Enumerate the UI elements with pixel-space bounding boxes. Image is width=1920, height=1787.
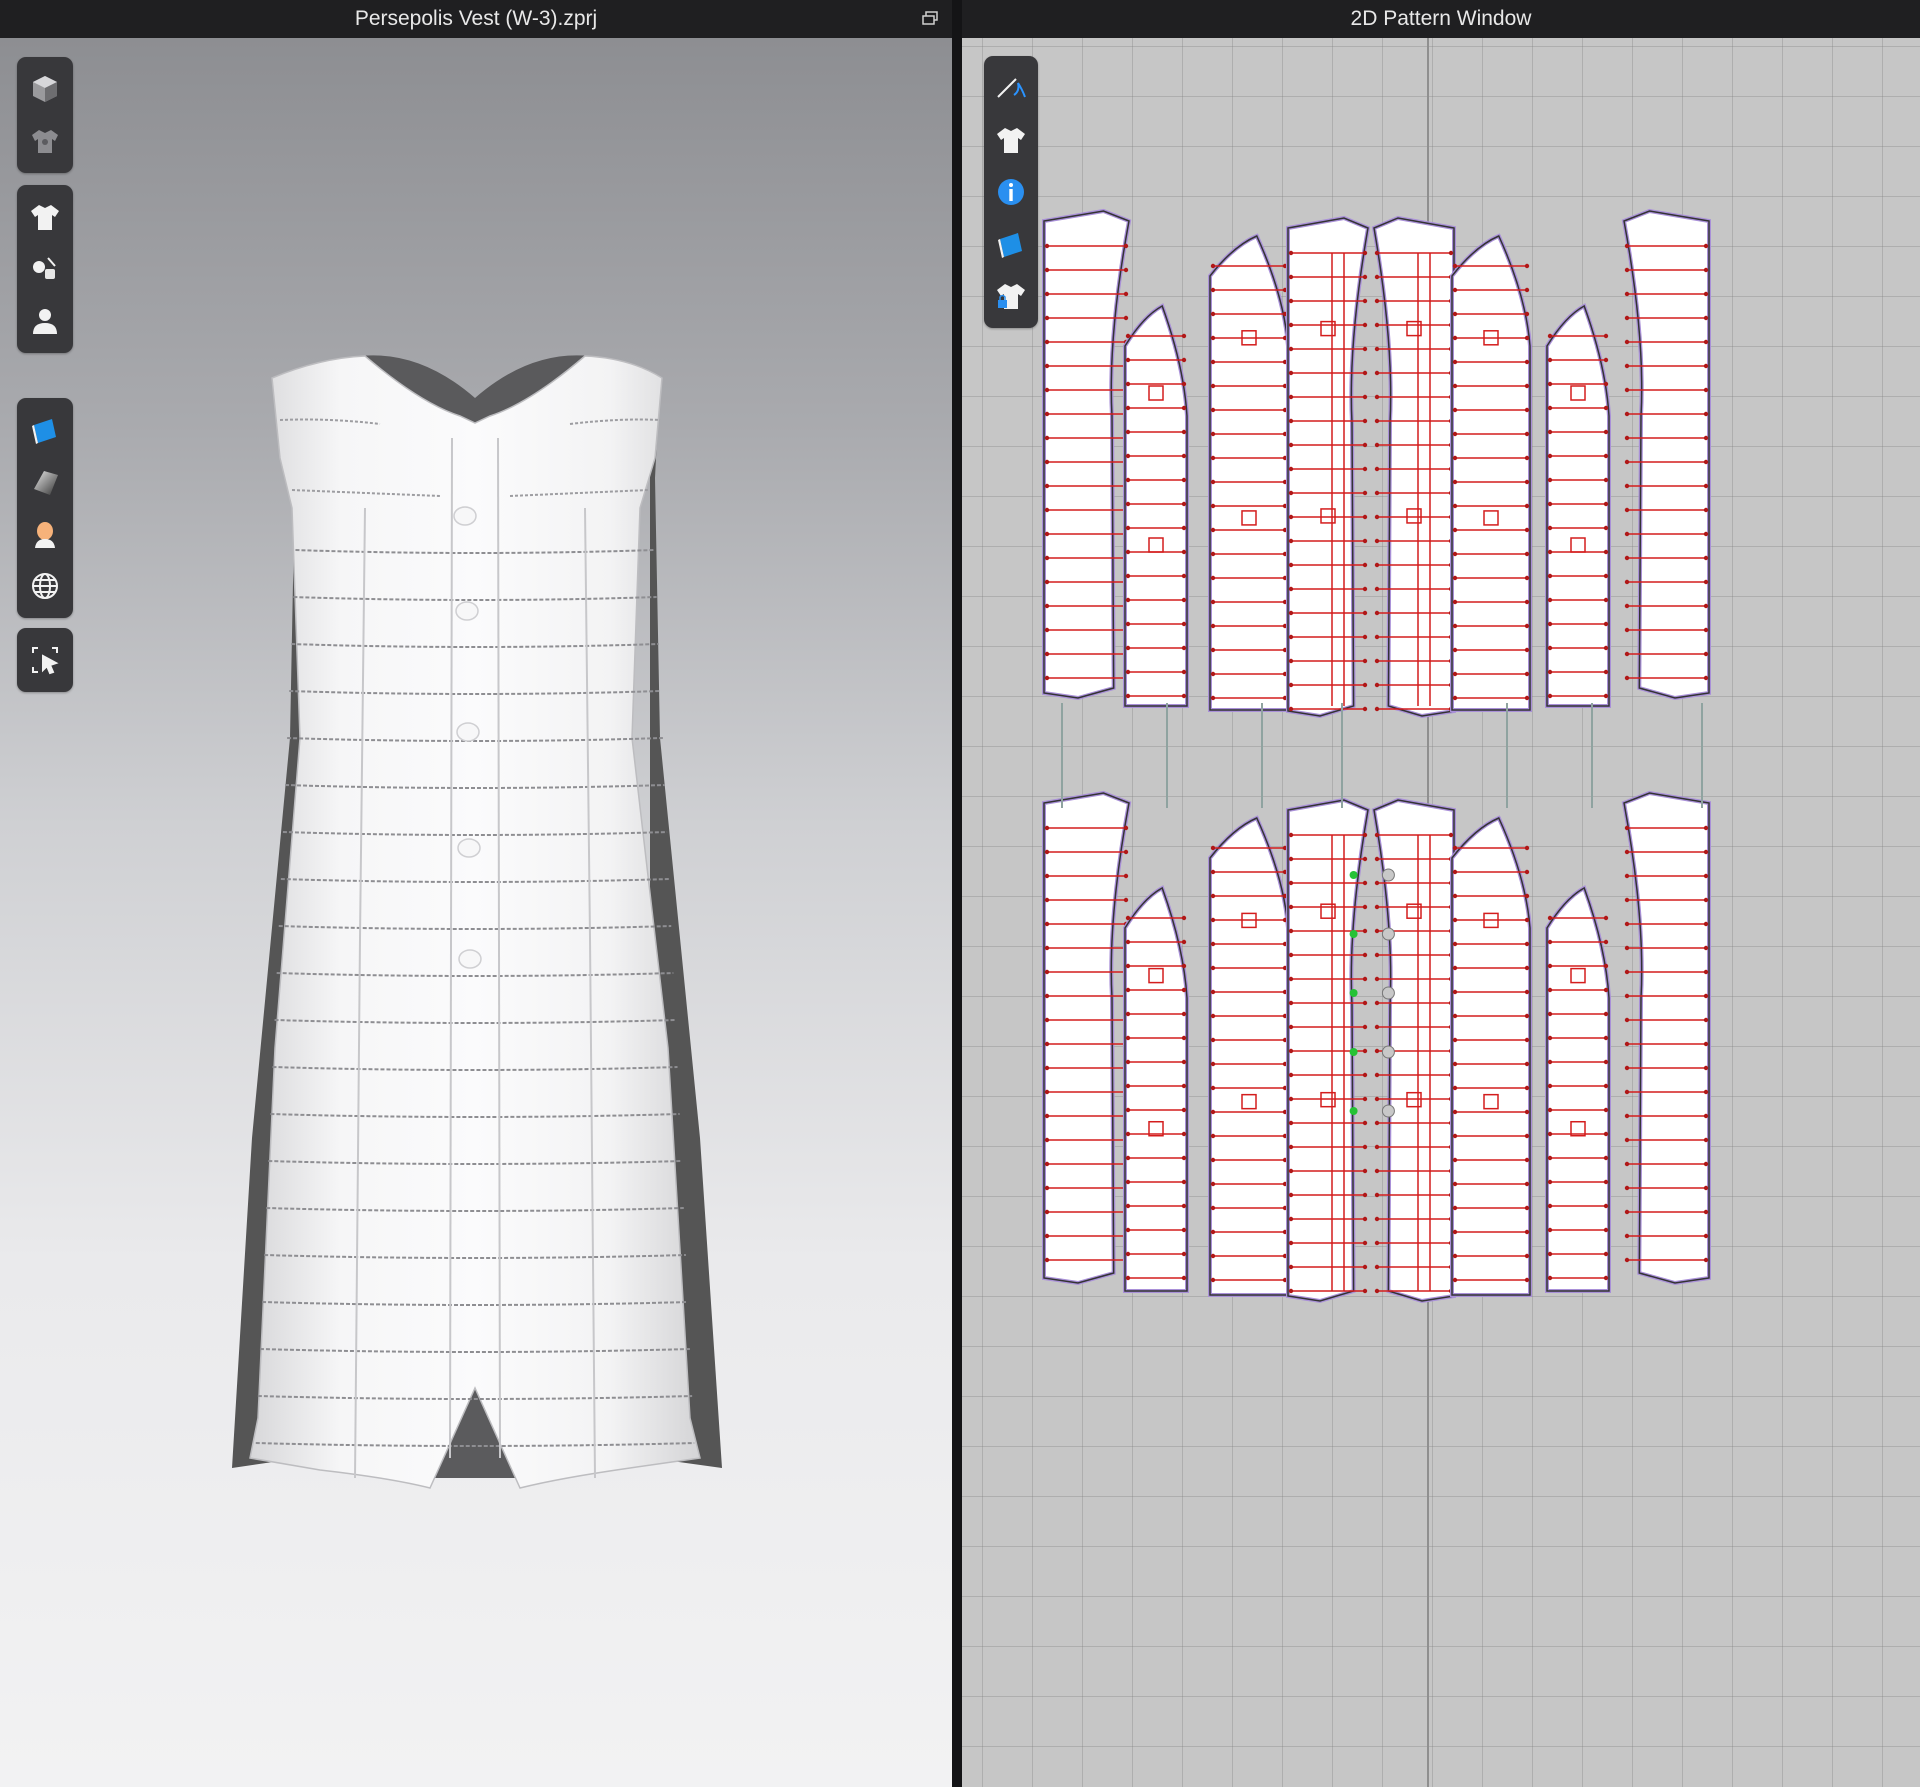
pattern-piece[interactable] xyxy=(1123,303,1189,708)
avatar-icon[interactable] xyxy=(23,299,67,343)
button-tool-icon[interactable] xyxy=(23,247,67,291)
pattern-piece[interactable] xyxy=(1371,215,1456,719)
buttonhole-marker[interactable] xyxy=(1349,1048,1358,1056)
lock-garment-icon[interactable] xyxy=(989,274,1033,318)
cube-icon[interactable] xyxy=(23,67,67,111)
toolbar-2d xyxy=(984,56,1038,328)
pattern-piece[interactable] xyxy=(1286,797,1371,1304)
pattern-piece[interactable] xyxy=(1450,233,1532,712)
restore-window-icon[interactable] xyxy=(922,11,938,25)
pattern-pieces xyxy=(1042,38,1711,1787)
garment-thumbnail-icon[interactable] xyxy=(23,119,67,163)
button-marker[interactable] xyxy=(1381,986,1395,1000)
toolbar-3d-group-2 xyxy=(17,185,73,353)
fabric-swatch-icon[interactable] xyxy=(989,222,1033,266)
2d-pattern-viewport[interactable] xyxy=(962,38,1920,1787)
pattern-piece[interactable] xyxy=(1371,797,1456,1304)
globe-icon[interactable] xyxy=(23,564,67,608)
window-divider[interactable] xyxy=(952,0,962,1787)
fabric-swatch-icon[interactable] xyxy=(23,408,67,452)
toolbar-3d-group-1 xyxy=(17,57,73,173)
button-marker[interactable] xyxy=(1381,1104,1395,1118)
toolbar-3d-group-3 xyxy=(17,398,73,618)
pattern-piece[interactable] xyxy=(1621,208,1711,701)
pattern-piece[interactable] xyxy=(1545,303,1611,708)
shirt-icon[interactable] xyxy=(23,195,67,239)
select-transform-icon[interactable] xyxy=(23,638,67,682)
skin-icon[interactable] xyxy=(23,512,67,556)
vest-3d-model xyxy=(232,355,722,1489)
right-window-titlebar: 2D Pattern Window xyxy=(962,0,1920,38)
buttonhole-marker[interactable] xyxy=(1349,930,1358,938)
buttonhole-marker[interactable] xyxy=(1349,871,1358,879)
edit-curve-icon[interactable] xyxy=(989,66,1033,110)
window-title-3d: Persepolis Vest (W-3).zprj xyxy=(354,7,598,30)
left-window-titlebar: Persepolis Vest (W-3).zprj xyxy=(0,0,952,38)
buttonhole-marker[interactable] xyxy=(1349,1107,1358,1115)
pattern-piece[interactable] xyxy=(1450,815,1532,1297)
button-marker[interactable] xyxy=(1381,927,1395,941)
buttonhole-marker[interactable] xyxy=(1349,989,1358,997)
pattern-piece[interactable] xyxy=(1208,815,1290,1297)
shading-icon[interactable] xyxy=(23,460,67,504)
pattern-piece[interactable] xyxy=(1286,215,1371,719)
pattern-piece[interactable] xyxy=(1123,885,1189,1293)
pattern-piece[interactable] xyxy=(1208,233,1290,712)
pattern-piece[interactable] xyxy=(1621,790,1711,1286)
garment-icon[interactable] xyxy=(989,118,1033,162)
button-marker[interactable] xyxy=(1381,1045,1395,1059)
3d-garment-viewport[interactable] xyxy=(0,38,952,1787)
window-title-2d: 2D Pattern Window xyxy=(1350,7,1532,30)
button-marker[interactable] xyxy=(1381,868,1395,882)
toolbar-3d-group-4 xyxy=(17,628,73,692)
info-icon[interactable] xyxy=(989,170,1033,214)
pattern-piece[interactable] xyxy=(1545,885,1611,1293)
pattern-piece[interactable] xyxy=(1042,790,1132,1286)
pattern-piece[interactable] xyxy=(1042,208,1132,701)
